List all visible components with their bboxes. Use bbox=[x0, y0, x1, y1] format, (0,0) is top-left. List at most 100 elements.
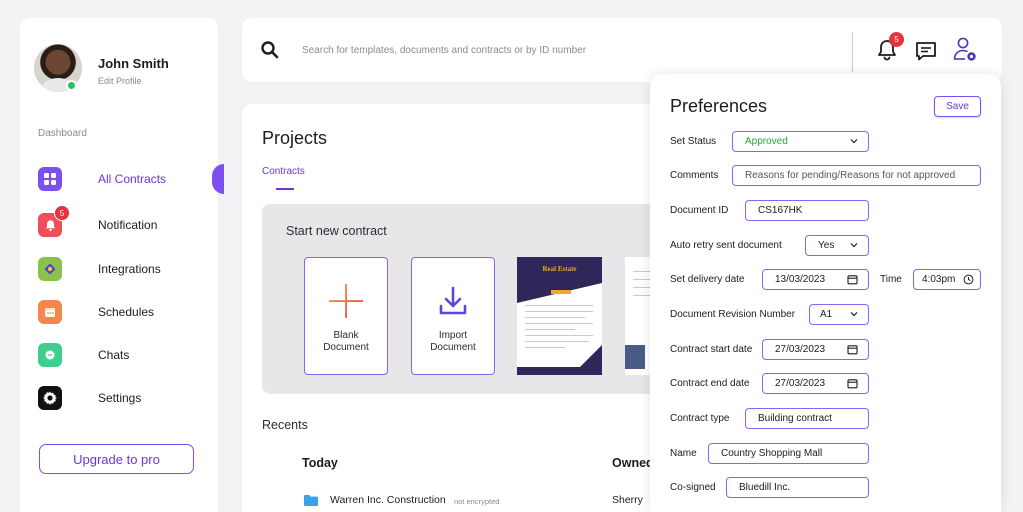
active-indicator bbox=[212, 164, 224, 194]
search-icon[interactable] bbox=[260, 40, 280, 60]
file-name[interactable]: Warren Inc. Construction bbox=[330, 494, 446, 506]
grid-icon bbox=[38, 167, 62, 191]
file-encryption-status: not encrypted bbox=[454, 497, 500, 506]
blank-document-card[interactable]: Blank Document bbox=[304, 257, 388, 375]
revision-select[interactable]: A1 bbox=[809, 304, 869, 325]
sidebar-item-chats[interactable]: Chats bbox=[38, 342, 218, 368]
sidebar: John Smith Edit Profile Dashboard All Co… bbox=[20, 18, 224, 512]
online-status-dot bbox=[66, 80, 77, 91]
sidebar-item-label: Schedules bbox=[98, 305, 155, 319]
template-line bbox=[525, 311, 593, 312]
calendar-icon bbox=[847, 275, 858, 285]
start-new-contract-title: Start new contract bbox=[286, 224, 387, 238]
template-tag bbox=[551, 290, 571, 294]
message-icon[interactable] bbox=[914, 39, 938, 63]
plus-icon bbox=[327, 282, 365, 320]
sidebar-item-schedules[interactable]: Schedules bbox=[38, 299, 218, 325]
comments-placeholder: Reasons for pending/Reasons for not appr… bbox=[745, 170, 956, 181]
template-image bbox=[625, 345, 645, 369]
contract-type-value: Building contract bbox=[758, 413, 832, 424]
chevron-down-icon bbox=[850, 312, 858, 317]
document-id-label: Document ID bbox=[670, 205, 729, 216]
name-label: Name bbox=[670, 448, 697, 459]
template-corner-shape bbox=[580, 345, 602, 367]
sidebar-item-settings[interactable]: Settings bbox=[38, 385, 218, 411]
revision-value: A1 bbox=[820, 309, 833, 320]
template-line bbox=[525, 335, 593, 336]
tab-underline bbox=[276, 188, 294, 190]
sidebar-item-label: Integrations bbox=[98, 262, 161, 276]
notification-count-badge: 5 bbox=[889, 32, 904, 47]
real-estate-template-thumbnail[interactable]: Real Estate bbox=[517, 257, 602, 375]
preferences-title: Preferences bbox=[670, 96, 768, 116]
sidebar-item-label: Settings bbox=[98, 391, 142, 405]
document-id-field[interactable]: CS167HK bbox=[745, 200, 869, 221]
edit-profile-link[interactable]: Edit Profile bbox=[98, 76, 142, 86]
owned-column-header: Owned bbox=[612, 456, 654, 470]
cosigned-value: Bluedill Inc. bbox=[739, 482, 791, 493]
save-button[interactable]: Save bbox=[934, 96, 981, 117]
template-line bbox=[525, 341, 589, 342]
folder-icon bbox=[304, 495, 318, 506]
divider bbox=[852, 32, 853, 72]
template-line bbox=[525, 305, 593, 306]
comments-label: Comments bbox=[670, 170, 719, 181]
sidebar-item-label: All Contracts bbox=[98, 172, 167, 186]
start-new-contract-panel: Start new contract Blank Document Import… bbox=[262, 204, 662, 394]
end-date-field[interactable]: 27/03/2023 bbox=[762, 373, 869, 394]
chevron-down-icon bbox=[850, 139, 858, 144]
download-icon bbox=[434, 282, 472, 320]
sidebar-item-notification[interactable]: 5 Notification bbox=[38, 205, 218, 238]
tab-contracts[interactable]: Contracts bbox=[262, 166, 305, 177]
delivery-date-field[interactable]: 13/03/2023 bbox=[762, 269, 869, 290]
template-line bbox=[525, 317, 585, 318]
profile-name: John Smith bbox=[98, 56, 169, 71]
delivery-date-value: 13/03/2023 bbox=[775, 274, 826, 285]
end-date-value: 27/03/2023 bbox=[775, 378, 826, 389]
auto-retry-value: Yes bbox=[818, 240, 835, 251]
document-id-value: CS167HK bbox=[758, 205, 803, 216]
import-document-card[interactable]: Import Document bbox=[411, 257, 495, 375]
search-input[interactable] bbox=[302, 40, 802, 60]
sidebar-item-integrations[interactable]: Integrations bbox=[38, 256, 218, 282]
start-date-label: Contract start date bbox=[670, 344, 753, 355]
set-status-label: Set Status bbox=[670, 136, 717, 147]
delivery-date-label: Set delivery date bbox=[670, 274, 745, 285]
template-footer bbox=[517, 367, 602, 375]
notification-button[interactable]: 5 bbox=[876, 32, 904, 62]
calendar-icon bbox=[847, 379, 858, 389]
cosigned-label: Co-signed bbox=[670, 482, 716, 493]
comments-field[interactable]: Reasons for pending/Reasons for not appr… bbox=[732, 165, 981, 186]
auto-retry-select[interactable]: Yes bbox=[805, 235, 869, 256]
card-label: Import Document bbox=[430, 330, 476, 353]
start-date-value: 27/03/2023 bbox=[775, 344, 826, 355]
dashboard-section-label: Dashboard bbox=[38, 128, 87, 139]
contract-type-label: Contract type bbox=[670, 413, 730, 424]
page-title: Projects bbox=[262, 128, 328, 148]
template-title: Real Estate bbox=[542, 265, 577, 273]
calendar-icon bbox=[38, 300, 62, 324]
time-field[interactable]: 4:03pm bbox=[913, 269, 981, 290]
sidebar-item-all-contracts[interactable]: All Contracts bbox=[38, 166, 218, 192]
gear-icon bbox=[38, 386, 62, 410]
contract-type-field[interactable]: Building contract bbox=[745, 408, 869, 429]
user-settings-icon[interactable] bbox=[952, 36, 978, 64]
set-status-value: Approved bbox=[745, 136, 788, 147]
chevron-down-icon bbox=[850, 243, 858, 248]
auto-retry-label: Auto retry sent document bbox=[670, 240, 782, 251]
sidebar-item-label: Notification bbox=[98, 218, 158, 232]
time-value: 4:03pm bbox=[922, 274, 956, 285]
revision-label: Document Revision Number bbox=[670, 309, 796, 320]
name-field[interactable]: Country Shopping Mall bbox=[708, 443, 869, 464]
top-bar: 5 bbox=[242, 18, 1002, 82]
chat-icon bbox=[38, 343, 62, 367]
calendar-icon bbox=[847, 345, 858, 355]
time-label: Time bbox=[880, 274, 902, 285]
bell-icon: 5 bbox=[38, 205, 70, 237]
start-date-field[interactable]: 27/03/2023 bbox=[762, 339, 869, 360]
template-line bbox=[525, 323, 593, 324]
upgrade-button[interactable]: Upgrade to pro bbox=[39, 444, 194, 474]
set-status-select[interactable]: Approved bbox=[732, 131, 869, 152]
cosigned-field[interactable]: Bluedill Inc. bbox=[726, 477, 869, 498]
notification-badge: 5 bbox=[54, 205, 70, 221]
